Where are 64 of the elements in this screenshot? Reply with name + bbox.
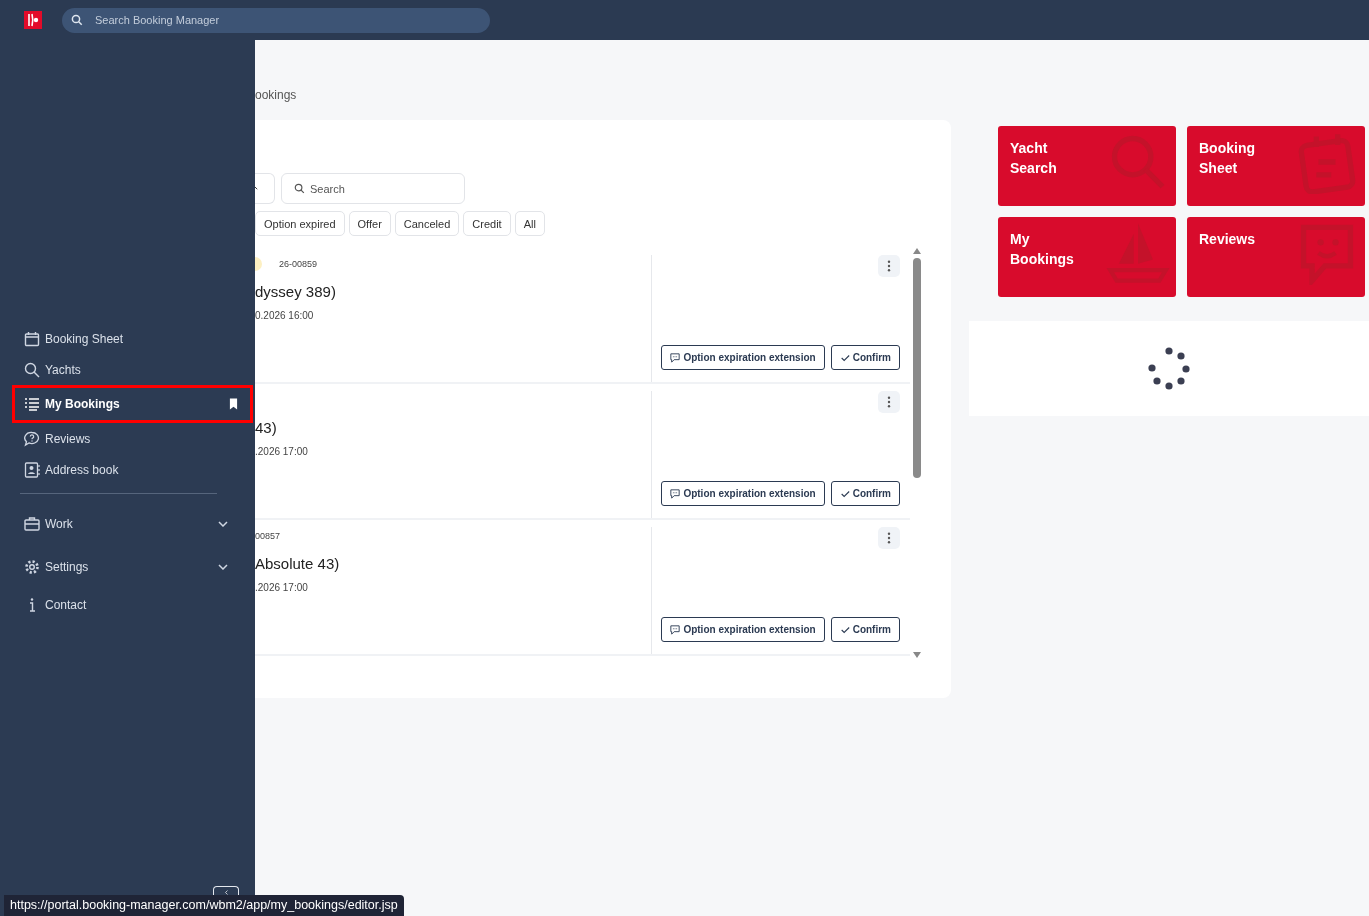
booking-number: 26-00859 [279, 259, 318, 269]
check-icon [839, 624, 850, 635]
briefcase-icon [24, 515, 40, 532]
chat-icon [670, 624, 681, 635]
nav-item[interactable]: Reviews [12, 423, 253, 454]
chat-icon [670, 352, 681, 363]
more-icon [887, 532, 891, 544]
filter-chip[interactable]: Offer [348, 211, 391, 236]
check-icon [839, 352, 850, 363]
scrollbar[interactable] [911, 248, 923, 658]
scroll-up-icon[interactable] [913, 248, 921, 254]
booking-date: .2026 17:00 [255, 582, 309, 593]
dropdown-field[interactable] [255, 173, 275, 204]
search-field[interactable]: Search [281, 173, 465, 204]
chevron-icon [223, 890, 229, 895]
more-button[interactable] [878, 527, 900, 549]
nav-item[interactable]: Contact [12, 588, 253, 622]
filter-chip[interactable]: Canceled [394, 211, 460, 236]
link-preview: https://portal.booking-manager.com/wbm2/app/my_bookings/editor.jsp [4, 895, 404, 916]
nav-item[interactable]: Booking Sheet [12, 323, 253, 354]
check-icon [839, 488, 850, 499]
more-button[interactable] [878, 255, 900, 277]
nav-item[interactable]: My Bookings [12, 385, 253, 423]
scroll-down-icon[interactable] [913, 652, 921, 658]
filter-chip[interactable]: Option expired [255, 211, 345, 236]
search-field[interactable]: Search Booking Manager [62, 7, 490, 33]
contact-card-icon [24, 461, 40, 478]
search-icon [71, 14, 83, 26]
chat-icon [670, 488, 681, 499]
confirm-button[interactable]: Confirm [830, 481, 900, 506]
list-icon [24, 396, 40, 412]
filter-chip[interactable]: All [514, 211, 545, 236]
loading-spinner [1146, 345, 1192, 392]
shortcut-tile[interactable]: Yacht Search [998, 126, 1176, 206]
extension-button[interactable]: Option expiration extension [661, 345, 825, 370]
nav-group[interactable]: Settings [12, 545, 253, 588]
more-button[interactable] [878, 391, 900, 413]
nav-group[interactable]: Work [12, 502, 253, 545]
booking-date: .2026 17:00 [255, 446, 309, 457]
booking-title[interactable]: Absolute 43) [255, 555, 651, 572]
booking-number: 00857 [255, 531, 281, 541]
booking-date: 0.2026 16:00 [255, 310, 315, 321]
logo-icon [24, 11, 42, 29]
calendar-icon [24, 330, 40, 347]
shortcut-tile[interactable]: Booking Sheet [1187, 126, 1365, 206]
nav-item[interactable]: Yachts [12, 354, 253, 385]
more-icon [887, 396, 891, 408]
nav-item[interactable]: Address book [12, 454, 253, 485]
search-icon [24, 361, 40, 378]
more-icon [887, 260, 891, 272]
bookmark-icon[interactable] [229, 398, 238, 410]
shortcut-tile[interactable]: Reviews [1187, 217, 1365, 297]
search-icon [294, 183, 305, 194]
question-bubble-icon [24, 430, 40, 447]
settings-icon [24, 558, 40, 575]
booking-title[interactable]: 43) [255, 419, 651, 436]
filter-chip[interactable]: Credit [463, 211, 511, 236]
confirm-button[interactable]: Confirm [830, 345, 900, 370]
breadcrumb[interactable]: ookings [255, 88, 1369, 102]
confirm-button[interactable]: Confirm [830, 617, 900, 642]
shortcut-tile[interactable]: My Bookings [998, 217, 1176, 297]
extension-button[interactable]: Option expiration extension [661, 481, 825, 506]
extension-button[interactable]: Option expiration extension [661, 617, 825, 642]
booking-title[interactable]: dyssey 389) [255, 283, 651, 300]
